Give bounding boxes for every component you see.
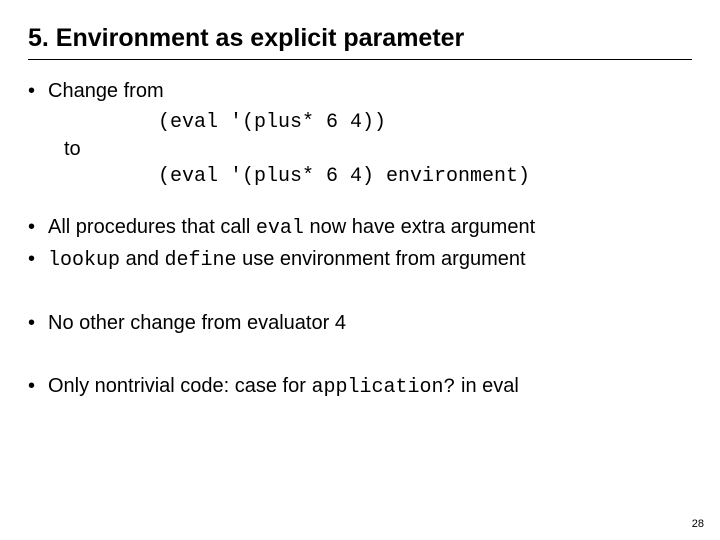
bullet-text: Change from: [48, 78, 692, 105]
code-eval: eval: [256, 217, 304, 240]
bullet-text: All procedures that call eval now have e…: [48, 214, 692, 242]
code-application: application?: [311, 376, 455, 399]
code-line-before: (eval '(plus* 6 4)): [158, 109, 692, 136]
code-lookup: lookup: [48, 249, 120, 272]
bullet-change-from: • Change from: [28, 78, 692, 105]
text-fragment: use environment from argument: [237, 248, 526, 270]
slide-title: 5. Environment as explicit parameter: [28, 24, 692, 53]
bullet-dot: •: [28, 246, 48, 274]
code-define: define: [165, 249, 237, 272]
bullet-nontrivial-code: • Only nontrivial code: case for applica…: [28, 373, 692, 401]
bullet-text: Only nontrivial code: case for applicati…: [48, 373, 692, 401]
text-fragment: now have extra argument: [304, 216, 535, 238]
bullet-dot: •: [28, 373, 48, 401]
bullet-dot: •: [28, 310, 48, 337]
page-number: 28: [692, 518, 704, 530]
to-label: to: [64, 136, 692, 163]
bullet-text: lookup and define use environment from a…: [48, 246, 692, 274]
slide: 5. Environment as explicit parameter • C…: [0, 0, 720, 540]
bullet-lookup-define: • lookup and define use environment from…: [28, 246, 692, 274]
text-fragment: in eval: [456, 375, 519, 397]
bullet-dot: •: [28, 78, 48, 105]
bullet-all-procedures: • All procedures that call eval now have…: [28, 214, 692, 242]
bullet-no-other-change: • No other change from evaluator 4: [28, 310, 692, 337]
text-fragment: and: [120, 248, 164, 270]
code-line-after: (eval '(plus* 6 4) environment): [158, 163, 692, 190]
text-fragment: All procedures that call: [48, 216, 256, 238]
bullet-dot: •: [28, 214, 48, 242]
slide-body: • Change from (eval '(plus* 6 4)) to (ev…: [28, 78, 692, 401]
bullet-text: No other change from evaluator 4: [48, 310, 692, 337]
title-rule: [28, 59, 692, 60]
text-fragment: Only nontrivial code: case for: [48, 375, 311, 397]
